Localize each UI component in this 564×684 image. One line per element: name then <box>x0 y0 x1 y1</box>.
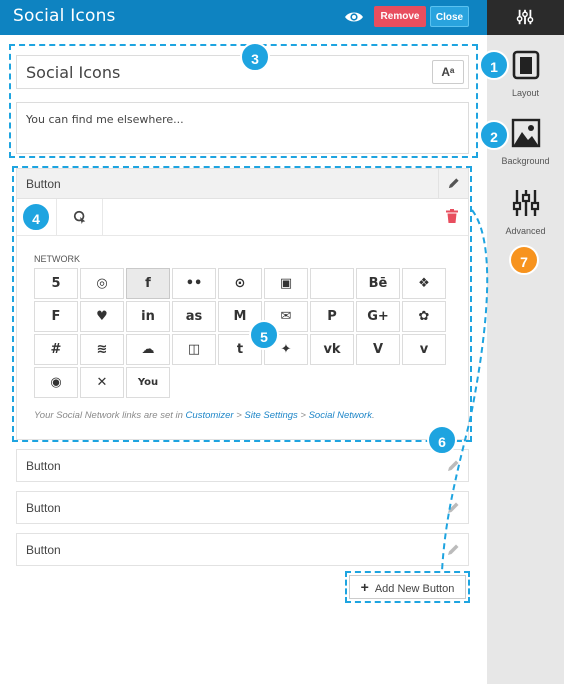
foursquare-icon[interactable]: F <box>34 301 78 332</box>
weibo-icon[interactable]: ◉ <box>34 367 78 398</box>
instagram-icon[interactable]: ▣ <box>264 268 308 299</box>
heart-icon[interactable]: ♥ <box>80 301 124 332</box>
slack-icon[interactable]: # <box>34 334 78 365</box>
sidebar-item-advanced[interactable]: Advanced <box>487 188 564 236</box>
settings-tab[interactable] <box>487 0 564 35</box>
sidebar-item-label: Layout <box>511 88 540 98</box>
vk-icon[interactable]: vk <box>310 334 354 365</box>
note-text: Your Social Network links are set in <box>34 410 186 421</box>
text-format-button[interactable]: Aᵃ <box>432 60 464 84</box>
add-new-button[interactable]: + Add New Button <box>349 575 466 599</box>
button-row-label: Button <box>26 459 61 473</box>
edit-button[interactable] <box>438 169 468 199</box>
image-icon <box>511 118 540 148</box>
step-badge-2: 2 <box>479 120 509 150</box>
eye-icon[interactable] <box>344 8 364 26</box>
sliders-icon <box>516 9 534 25</box>
pencil-icon[interactable] <box>446 543 460 557</box>
plus-icon: + <box>360 579 369 595</box>
button-tabs <box>17 199 468 236</box>
step-badge-4: 4 <box>21 202 51 232</box>
social-network-link[interactable]: Social Network <box>309 410 372 421</box>
flickr-icon[interactable]: •• <box>172 268 216 299</box>
network-label: NETWORK <box>34 254 80 264</box>
button-row[interactable]: Button <box>16 533 469 566</box>
step-badge-7: 7 <box>509 245 539 275</box>
sidebar-item-label: Background <box>501 156 550 166</box>
youtube-icon[interactable]: You <box>126 367 170 398</box>
spotify-icon[interactable]: ≋ <box>80 334 124 365</box>
trash-icon[interactable] <box>446 209 458 223</box>
text-area[interactable]: You can find me elsewhere... <box>16 102 469 154</box>
title-input-value: Social Icons <box>26 63 121 82</box>
step-badge-5: 5 <box>249 320 279 350</box>
close-button[interactable]: Close <box>430 6 469 27</box>
tab-hover[interactable] <box>57 199 103 236</box>
social-icons-editor: Social Icons Remove Close Layout Backgro… <box>0 0 564 684</box>
remove-button[interactable]: Remove <box>374 6 426 27</box>
button-row[interactable]: Button <box>16 491 469 524</box>
facebook-icon[interactable]: f <box>126 268 170 299</box>
xing-icon[interactable]: ✕ <box>80 367 124 398</box>
note-separator: > <box>233 410 245 421</box>
linkedin-icon[interactable]: in <box>126 301 170 332</box>
dribbble-icon[interactable]: ◎ <box>80 268 124 299</box>
vimeo-icon[interactable]: v <box>402 334 446 365</box>
lastfm-icon[interactable]: as <box>172 301 216 332</box>
button-row-label: Button <box>26 501 61 515</box>
github-icon[interactable]: ⊙ <box>218 268 262 299</box>
pencil-icon <box>448 178 459 189</box>
header-bar: Social Icons Remove Close <box>0 0 487 35</box>
pencil-icon[interactable] <box>446 501 460 515</box>
cursor-icon <box>73 210 86 224</box>
note-separator: > <box>297 410 309 421</box>
button-row[interactable]: Button <box>16 449 469 482</box>
apple-icon[interactable] <box>310 268 354 299</box>
sidebar-item-label: Advanced <box>505 226 546 236</box>
settings-sidebar: Layout Background Advanced <box>487 0 564 684</box>
google-plus-icon[interactable]: G+ <box>356 301 400 332</box>
pencil-icon[interactable] <box>446 459 460 473</box>
site-settings-link[interactable]: Site Settings <box>244 410 297 421</box>
page-title: Social Icons <box>13 6 116 26</box>
stumbleupon-icon[interactable]: ✿ <box>402 301 446 332</box>
soundcloud-icon[interactable]: ☁ <box>126 334 170 365</box>
vine-icon[interactable]: V <box>356 334 400 365</box>
layout-icon <box>512 50 539 80</box>
button-row-label: Button <box>26 543 61 557</box>
step-badge-6: 6 <box>427 425 457 455</box>
trello-icon[interactable]: ◫ <box>172 334 216 365</box>
button-panel-header[interactable]: Button <box>17 169 468 199</box>
500px-icon[interactable]: 5 <box>34 268 78 299</box>
text-area-value: You can find me elsewhere... <box>26 113 184 126</box>
note-suffix: . <box>371 410 375 421</box>
button-panel-label: Button <box>26 177 61 191</box>
add-new-button-label: Add New Button <box>374 583 455 595</box>
behance-icon[interactable]: Bē <box>356 268 400 299</box>
dropbox-icon[interactable]: ❖ <box>402 268 446 299</box>
customizer-link[interactable]: Customizer <box>186 410 234 421</box>
step-badge-3: 3 <box>240 42 270 72</box>
social-links-note: Your Social Network links are set in Cus… <box>34 410 375 421</box>
sliders-icon <box>512 190 539 216</box>
pinterest-icon[interactable]: P <box>310 301 354 332</box>
step-badge-1: 1 <box>479 50 509 80</box>
